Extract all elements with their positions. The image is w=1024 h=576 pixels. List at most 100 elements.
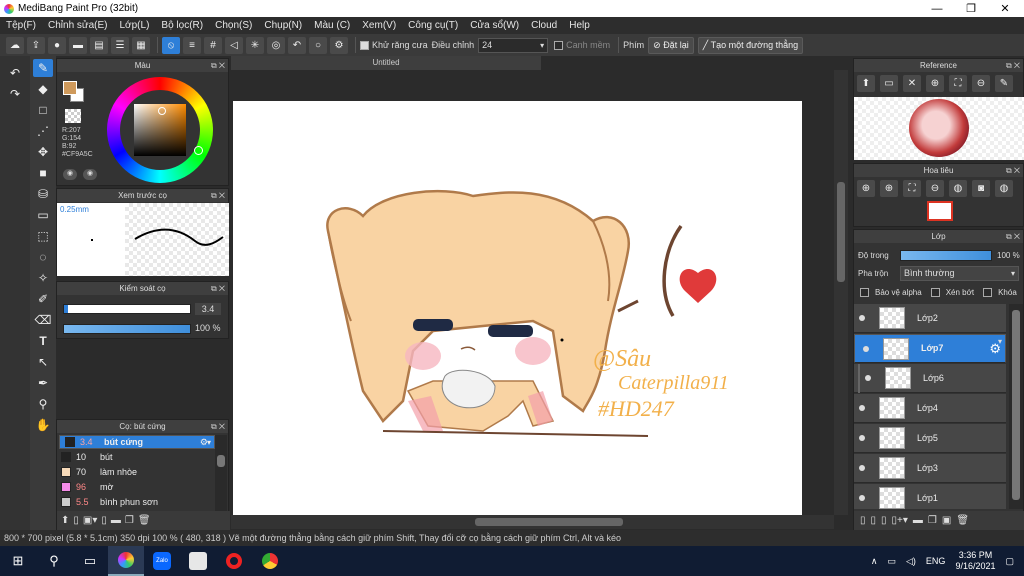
copy-brush-icon[interactable]: ▯ [101,515,107,526]
transparent-color[interactable] [65,109,81,123]
panel-close-icon[interactable]: ⧉ ✕ [211,282,225,295]
layer-opacity-slider[interactable] [900,250,992,261]
move-tool-icon[interactable]: ✥ [33,143,53,161]
nav-reset-icon[interactable]: ◍ [995,180,1013,197]
close-button[interactable]: ✕ [988,0,1022,17]
grid-icon[interactable]: ▦ [132,36,150,54]
reset-button[interactable]: ⊘ Đặt lại [648,36,694,54]
panel-close-icon[interactable]: ⧉ ✕ [1006,164,1020,177]
circle-snap-icon[interactable]: ◎ [267,36,285,54]
lasso-tool-icon[interactable]: ◌ [33,248,53,266]
page-icon[interactable]: ▤ [90,36,108,54]
nav-fit-icon[interactable]: ⛶ [903,180,921,197]
menu-select[interactable]: Chọn(S) [209,20,258,31]
layer-item[interactable]: Lớp4 [854,394,1006,423]
vertical-scrollbar[interactable] [834,70,848,515]
layer-list-scrollbar[interactable] [1009,304,1023,509]
select-tool-icon[interactable]: ⬚ [33,227,53,245]
curve-snap-icon[interactable]: ↶ [288,36,306,54]
menu-filter[interactable]: Bộ lọc(R) [155,20,209,31]
shape-tool-icon[interactable]: □ [33,101,53,119]
horizontal-scrollbar[interactable] [231,515,834,529]
operation-tool-icon[interactable]: ↖ [33,353,53,371]
ref-zoom-in-icon[interactable]: ⊕ [926,75,944,92]
store-icon[interactable] [180,546,216,576]
bucket-tool-icon[interactable]: ⛁ [33,185,53,203]
lock-checkbox[interactable] [983,288,993,297]
brush-list-scrollbar[interactable] [215,435,227,511]
ref-eyedropper-icon[interactable]: ✎ [995,75,1013,92]
duplicate-icon[interactable]: ❐ [125,515,134,526]
zalo-icon[interactable]: Zalo [144,546,180,576]
brush-item[interactable]: 10 bút [59,450,215,464]
menu-snap[interactable]: Chụp(N) [258,20,308,31]
navigator-thumbnail[interactable] [927,201,953,221]
new-layer-icon[interactable]: ▯ [860,515,866,526]
new-layer-copy-icon[interactable]: ▯ [871,515,877,526]
menu-window[interactable]: Cửa sổ(W) [464,20,525,31]
hand-tool-icon[interactable]: ✋ [33,416,53,434]
palette-add-icon[interactable]: ◉ [63,169,77,180]
eraser-tool-icon[interactable]: ◆ [33,80,53,98]
grid-snap-icon[interactable]: # [204,36,222,54]
menu-edit[interactable]: Chỉnh sửa(E) [42,20,114,31]
layer-item[interactable]: Lớp6 [854,363,1006,393]
duplicate-layer-icon[interactable]: ❐ [928,515,937,526]
visibility-eye-icon[interactable] [865,375,871,381]
maximize-button[interactable]: ❐ [954,0,988,17]
visibility-eye-icon[interactable] [859,465,865,471]
panel-close-icon[interactable]: ⧉ ✕ [211,59,225,72]
new-page-icon[interactable]: ▯ [881,515,887,526]
panel-close-icon[interactable]: ⧉ ✕ [211,189,225,202]
visibility-eye-icon[interactable] [859,435,865,441]
visibility-eye-icon[interactable] [859,495,865,501]
brush-size-value[interactable]: 3.4 [195,303,221,315]
ref-close-icon[interactable]: ✕ [903,75,921,92]
color-picker-handle[interactable] [158,107,166,115]
brush-item[interactable]: 96 mờ [59,480,215,494]
dot-tool-icon[interactable]: ⋰ [33,122,53,140]
volume-icon[interactable]: ◁) [906,556,916,567]
network-icon[interactable]: ▭ [887,556,896,567]
protect-alpha-checkbox[interactable] [860,288,869,297]
clip-checkbox[interactable] [930,288,940,297]
language-indicator[interactable]: ENG [926,556,946,566]
ref-open-icon[interactable]: ▭ [880,75,898,92]
redo-icon[interactable]: ↷ [5,85,25,103]
nav-rotate-icon[interactable]: ◍ [949,180,967,197]
panel-close-icon[interactable]: ⧉ ✕ [1006,59,1020,72]
blend-mode-select[interactable]: Bình thường [900,266,1019,281]
menu-help[interactable]: Help [563,20,596,31]
layer-item[interactable]: Lớp5 [854,424,1006,453]
chrome-icon[interactable] [252,546,288,576]
windows-start-icon[interactable]: ⊞ [0,546,36,576]
brush-tool-icon[interactable]: ✎ [33,59,53,77]
menu-view[interactable]: Xem(V) [356,20,402,31]
medibang-taskbar-icon[interactable] [108,546,144,576]
divide-tool-icon[interactable]: ✒ [33,374,53,392]
layer-folder-icon[interactable]: ▬ [913,515,923,526]
brush-item[interactable]: 3.4 bút cứng ⚙ [59,435,215,449]
folder-icon[interactable]: ▬ [111,515,121,526]
nav-zoom-icon[interactable]: ⊕ [880,180,898,197]
panel-close-icon[interactable]: ⧉ ✕ [211,420,225,433]
foreground-color[interactable] [63,81,77,95]
menu-color[interactable]: Màu (C) [308,20,356,31]
palette-remove-icon[interactable]: ◉ [83,169,97,180]
nav-flip-icon[interactable]: ◙ [972,180,990,197]
margin-checkbox[interactable] [554,40,564,50]
delete-layer-icon[interactable]: 🗑 [956,515,969,526]
delete-brush-icon[interactable]: 🗑 [138,515,151,526]
radial-snap-icon[interactable]: ✳ [246,36,264,54]
upload-brush-icon[interactable]: ⬆ [61,515,69,526]
ellipse-snap-icon[interactable]: ○ [309,36,327,54]
parallel-snap-icon[interactable]: ≡ [183,36,201,54]
snap-off-icon[interactable]: ⦸ [162,36,180,54]
brush-settings-icon[interactable]: ⚙ [200,436,208,449]
visibility-eye-icon[interactable] [859,405,865,411]
clock[interactable]: 3:36 PM 9/16/2021 [955,550,995,572]
search-icon[interactable]: ⚲ [36,546,72,576]
chat-icon[interactable]: ▬ [69,36,87,54]
share-icon[interactable]: ⇪ [27,36,45,54]
panel-close-icon[interactable]: ⧉ ✕ [1006,230,1020,243]
